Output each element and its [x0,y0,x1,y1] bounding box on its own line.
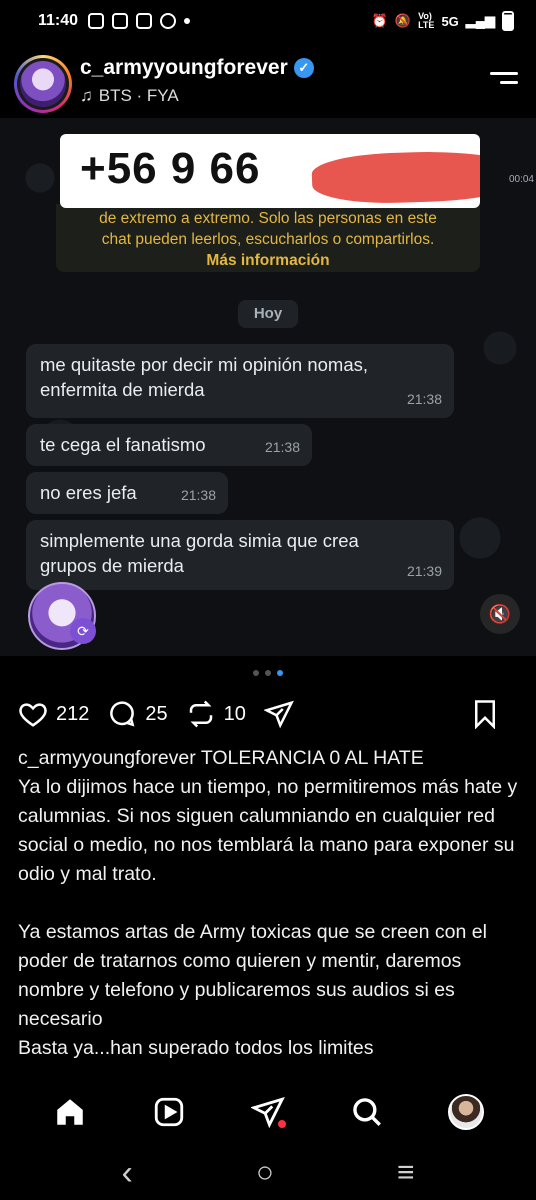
caption-username[interactable]: c_armyyoungforever [18,747,196,769]
nav-messages[interactable] [246,1090,290,1134]
comment-action[interactable]: 25 [107,699,168,729]
alarm-icon: ⏰ [371,13,388,28]
message-text-line: simplemente una gorda simia que crea [40,530,359,551]
side-timestamp: 00:04 [508,174,534,185]
author-username-text[interactable]: c_armyyoungforever [80,56,288,80]
caption-title: TOLERANCIA 0 AL HATE [200,747,424,769]
save-action[interactable] [470,699,500,729]
caption-paragraph: Ya lo dijimos hace un tiempo, no permiti… [18,776,518,885]
day-chip: Hoy [238,300,298,328]
message-time: 21:38 [264,439,300,455]
repost-count[interactable]: 10 [224,703,246,726]
post-caption: c_armyyoungforever TOLERANCIA 0 AL HATE … [18,744,524,1063]
search-icon[interactable] [350,1095,384,1129]
chat-icon [88,13,105,29]
like-action[interactable]: 212 [18,699,89,729]
heart-icon[interactable] [18,699,48,729]
comment-icon[interactable] [107,699,137,729]
chat-message: me quitaste por decir mi opinión nomas, … [26,344,454,418]
chat-message: no eres jefa 21:38 [26,472,228,514]
back-icon[interactable]: ‹ [122,1154,133,1193]
bottom-navigation [0,1080,536,1144]
profile-avatar[interactable] [448,1094,485,1130]
carousel-indicator [0,670,536,676]
sync-icon [160,13,177,29]
carousel-dot-active [277,670,283,676]
status-system-icons: ⏰ 🔕 Vo) LTE 5G ▂▄▆ [372,11,514,31]
post-image[interactable]: 00:04 de extremo a extremo. Solo las per… [0,118,536,656]
nav-home[interactable] [48,1090,92,1134]
nav-search[interactable] [345,1090,389,1134]
like-count[interactable]: 212 [56,703,89,726]
instagram-icon [112,13,129,29]
signal-icon: ▂▄▆ [465,13,495,28]
encryption-more-info-link: Más información [206,252,330,269]
status-time: 11:40 [38,12,79,29]
redaction-mark [311,148,480,206]
status-notification-icons [88,13,191,29]
mute-audio-button[interactable]: 🔇 [480,594,520,634]
home-icon[interactable] [53,1095,87,1129]
mute-icon: 🔕 [394,13,412,28]
music-label[interactable]: ♫ BTS · FYA [80,86,179,106]
system-navigation: ‹ ○ ≡ [0,1146,536,1200]
repost-action[interactable]: 10 [186,699,246,729]
battery-icon [502,11,514,31]
comment-count[interactable]: 25 [145,703,167,726]
repost-icon[interactable] [186,699,216,729]
author-username[interactable]: c_armyyoungforever ✓ [80,56,314,80]
encryption-text-line2: chat pueden leerlos, escucharlos o compa… [101,231,435,248]
reels-icon[interactable] [152,1095,186,1129]
post-header: c_armyyoungforever ✓ ♫ BTS · FYA [0,50,536,116]
share-action[interactable] [263,699,294,729]
more-notifications-dot [184,18,191,24]
recents-icon[interactable]: ≡ [397,1156,415,1190]
notification-dot [277,1120,286,1128]
caption-paragraph: Basta ya...han superado todos los limite… [18,1037,374,1059]
nav-reels[interactable] [147,1090,191,1134]
encryption-text-line1: de extremo a extremo. Solo las personas … [99,210,437,227]
phone-number: +56 9 66 [80,144,261,193]
status-bar: 11:40 ⏰ 🔕 Vo) LTE 5G ▂▄▆ [0,0,536,42]
volte-icon: Vo) LTE [418,11,435,30]
message-text-line: me quitaste por decir mi opinión nomas, [40,354,369,375]
message-text-line: te cega el fanatismo [40,434,206,455]
music-text[interactable]: BTS · FYA [99,86,179,106]
phone-number-box: +56 9 66 [60,134,480,208]
action-bar: 212 25 10 [0,694,536,734]
author-avatar[interactable] [14,55,72,113]
5g-icon: 5G [441,13,459,29]
message-text-line: grupos de mierda [40,555,184,576]
home-circle-icon[interactable]: ○ [256,1156,274,1190]
music-note-icon: ♫ [80,86,93,105]
encryption-notice: de extremo a extremo. Solo las personas … [56,204,480,272]
chat-message: simplemente una gorda simia que crea gru… [26,520,454,590]
menu-button[interactable] [490,72,518,92]
nav-profile[interactable] [444,1090,488,1134]
bookmark-icon[interactable] [470,699,500,729]
message-time: 21:39 [406,563,442,579]
app-icon [136,13,153,29]
caption-paragraph: Ya estamos artas de Army toxicas que se … [18,921,487,1030]
send-icon[interactable] [263,699,294,729]
chat-message: te cega el fanatismo 21:38 [26,424,312,466]
message-text-line: enfermita de mierda [40,379,205,400]
collab-badge-icon: ⟳ [70,618,96,644]
carousel-dot [265,670,271,676]
message-time: 21:38 [180,487,216,503]
message-time: 21:38 [406,391,442,407]
verified-badge-icon: ✓ [293,58,314,78]
carousel-dot [253,670,259,676]
